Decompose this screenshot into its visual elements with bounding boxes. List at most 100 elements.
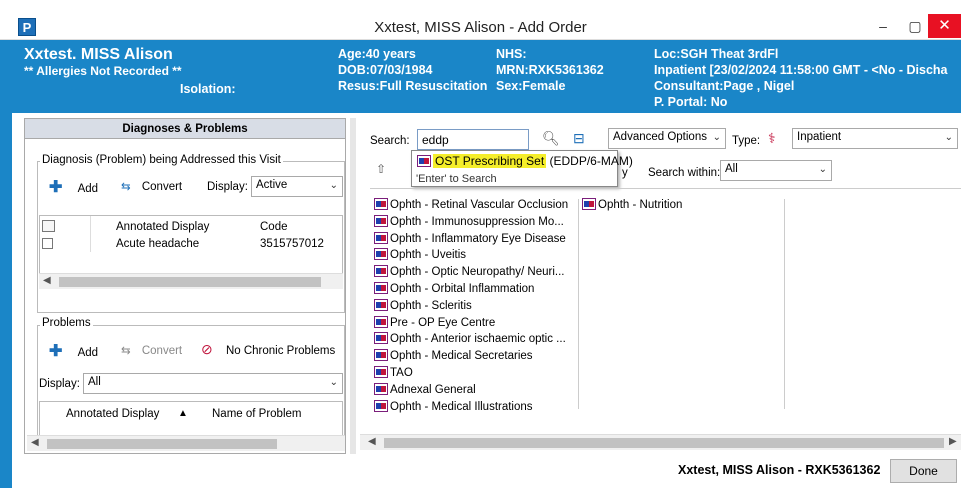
scroll-thumb[interactable]	[384, 438, 944, 448]
diagnosis-h-scrollbar[interactable]: ◀	[39, 273, 343, 289]
problems-display-value: All	[88, 376, 101, 388]
col-code: Code	[260, 221, 288, 233]
scroll-left-icon[interactable]: ◀	[368, 436, 376, 447]
folder-item[interactable]: Ophth - Nutrition	[582, 197, 682, 214]
search-icon[interactable]: 🔍︎	[542, 130, 560, 147]
folder-list: Ophth - Retinal Vascular Occlusion Ophth…	[370, 188, 961, 416]
no-chronic-problems-button[interactable]: ⊘ No Chronic Problems	[201, 341, 335, 358]
folder-icon	[374, 231, 388, 244]
advanced-search-icon[interactable]: ⊟	[573, 130, 585, 147]
banner-encounter: Loc:SGH Theat 3rdFl Inpatient [23/02/202…	[654, 46, 948, 110]
order-set-icon	[417, 155, 431, 167]
folder-item[interactable]: Ophth - Retinal Vascular Occlusion	[374, 197, 568, 214]
age: Age:40 years	[338, 47, 416, 61]
folder-item[interactable]: TAO	[374, 365, 568, 382]
folder-icon	[374, 281, 388, 294]
folder-item[interactable]: Ophth - Medical Illustrations	[374, 399, 568, 416]
partial-label: y	[622, 167, 628, 179]
diagnoses-problems-panel: Diagnoses & Problems Diagnosis (Problem)…	[24, 118, 346, 454]
convert-label: Convert	[141, 345, 183, 357]
col-name-of-problem: Name of Problem	[212, 408, 302, 420]
diagnosis-add-button[interactable]: ✚ Add	[49, 177, 98, 197]
maximize-button[interactable]: ▢	[898, 14, 932, 38]
problems-convert-button[interactable]: ⇆ Convert	[121, 343, 182, 357]
sort-up-icon[interactable]: ▲	[178, 408, 188, 419]
dob: DOB:07/03/1984	[338, 63, 433, 77]
patient-name: Xxtest. MISS Alison	[24, 46, 173, 63]
nhs-number: NHS:	[496, 47, 527, 61]
folder-item[interactable]: Ophth - Scleritis	[374, 298, 568, 315]
search-input[interactable]	[417, 129, 529, 150]
window-title: Xxtest, MISS Alison - Add Order	[374, 19, 587, 36]
footer-patient-summary: Xxtest, MISS Alison - RXK5361362	[678, 463, 881, 477]
folder-item[interactable]: Ophth - Immunosuppression Mo...	[374, 214, 568, 231]
edit-icon[interactable]	[42, 220, 55, 232]
patient-portal: P. Portal: No	[654, 95, 728, 109]
display-label: Display:	[207, 181, 248, 193]
folder-icon	[374, 315, 388, 328]
folder-h-scrollbar[interactable]: ◀ ▶	[360, 434, 961, 450]
row-checkbox[interactable]	[42, 238, 53, 249]
done-button[interactable]: Done	[890, 459, 957, 483]
problems-add-button[interactable]: ✚ Add	[49, 341, 98, 361]
folder-item[interactable]: Ophth - Inflammatory Eye Disease	[374, 231, 568, 248]
folder-icon	[374, 399, 388, 412]
search-within-label: Search within:	[648, 167, 721, 179]
type-select[interactable]: Inpatient ⌄	[792, 128, 958, 149]
mrn: MRN:RXK5361362	[496, 63, 604, 77]
folder-item[interactable]: Ophth - Optic Neuropathy/ Neuri...	[374, 264, 568, 281]
scroll-thumb[interactable]	[47, 439, 277, 449]
encounter-info: Inpatient [23/02/2024 11:58:00 GMT - <No…	[654, 63, 948, 77]
folder-icon	[374, 198, 388, 210]
plus-icon: ✚	[49, 179, 63, 196]
diagnosis-display: Acute headache	[116, 238, 200, 250]
panel-splitter[interactable]	[350, 118, 356, 454]
inpatient-type-icon: ⚕	[768, 130, 776, 146]
scroll-thumb[interactable]	[59, 277, 321, 287]
suggestion-ost-prescribing-set[interactable]: OST Prescribing Set (EDDP/6-MAM)	[417, 154, 633, 168]
folder-item[interactable]: Ophth - Anterior ischaemic optic ...	[374, 331, 568, 348]
chevron-down-icon: ⌄	[329, 180, 338, 191]
folder-up-icon[interactable]: ⇧	[376, 162, 386, 176]
problems-h-scrollbar[interactable]: ◀	[27, 435, 345, 451]
close-button[interactable]: ✕	[928, 14, 961, 38]
convert-icon: ⇆	[121, 345, 131, 357]
folder-item[interactable]: Ophth - Uveitis	[374, 247, 568, 264]
chevron-down-icon: ⌄	[818, 164, 827, 175]
type-value: Inpatient	[797, 131, 842, 143]
column-divider	[784, 199, 785, 409]
diagnosis-group-label: Diagnosis (Problem) being Addressed this…	[40, 154, 283, 166]
folder-item[interactable]: Ophth - Medical Secretaries	[374, 348, 568, 365]
minimize-button[interactable]: ‒	[866, 14, 900, 38]
folder-item[interactable]: Ophth - Orbital Inflammation	[374, 281, 568, 298]
panel-header: Diagnoses & Problems	[25, 119, 345, 139]
diagnosis-convert-button[interactable]: ⇆ Convert	[121, 179, 182, 193]
column-divider	[578, 199, 579, 409]
convert-icon: ⇆	[121, 181, 131, 193]
sex: Sex:Female	[496, 79, 566, 93]
advanced-options-value: Advanced Options	[613, 131, 707, 143]
col-annotated-display: Annotated Display	[116, 221, 210, 233]
display-select[interactable]: Active ⌄	[251, 176, 343, 197]
convert-label: Convert	[141, 181, 183, 193]
folder-item[interactable]: Pre - OP Eye Centre	[374, 315, 568, 332]
chevron-down-icon: ⌄	[944, 132, 953, 143]
problems-display-select[interactable]: All ⌄	[83, 373, 343, 394]
scroll-left-icon[interactable]: ◀	[43, 275, 51, 286]
advanced-options-select[interactable]: Advanced Options ⌄	[608, 128, 726, 149]
suggestion-rest: (EDDP/6-MAM)	[546, 154, 633, 168]
scroll-right-icon[interactable]: ▶	[949, 436, 957, 447]
diagnosis-code: 3515757012	[260, 238, 324, 250]
search-within-select[interactable]: All ⌄	[720, 160, 832, 181]
title-bar: P Xxtest, MISS Alison - Add Order ‒ ▢ ✕	[0, 0, 961, 40]
no-entry-icon: ⊘	[201, 341, 213, 357]
consultant: Consultant:Page , Nigel	[654, 79, 795, 93]
folder-column-2: Ophth - Nutrition	[582, 197, 682, 214]
scroll-left-icon[interactable]: ◀	[31, 437, 39, 448]
search-label: Search:	[370, 135, 410, 147]
folder-icon	[374, 248, 388, 261]
type-label: Type:	[732, 135, 761, 147]
resus-status: Resus:Full Resuscitation	[338, 79, 488, 93]
folder-item[interactable]: Adnexal General	[374, 382, 568, 399]
folder-column-1: Ophth - Retinal Vascular Occlusion Ophth…	[374, 197, 568, 415]
